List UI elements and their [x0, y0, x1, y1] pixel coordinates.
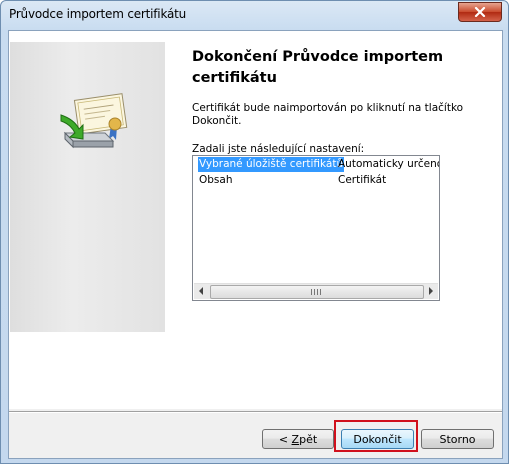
close-icon — [474, 7, 486, 17]
wizard-client-area: Dokončení Průvodce importem certifikátu … — [8, 30, 503, 459]
back-button-mnemonic: Z — [291, 432, 300, 446]
setting-name: Obsah — [199, 174, 233, 186]
button-separator — [9, 411, 502, 413]
setting-value: Certifikát — [338, 174, 387, 186]
scroll-right-arrow-icon[interactable] — [429, 287, 433, 295]
settings-list[interactable]: Vybrané úložiště certifikátů Automaticky… — [192, 155, 440, 301]
title-bar[interactable]: Průvodce importem certifikátu — [1, 1, 508, 31]
scroll-left-arrow-icon[interactable] — [199, 287, 203, 295]
info-line2: Dokončit. — [192, 115, 242, 127]
certificate-import-icon — [60, 93, 128, 149]
wizard-heading-line2: certifikátu — [192, 70, 277, 86]
wizard-heading: Dokončení Průvodce importem certifikátu — [192, 47, 482, 89]
scrollbar-grip-icon — [311, 289, 321, 295]
settings-label: Zadali jste následující nastavení: — [192, 143, 365, 155]
wizard-side-panel — [10, 42, 165, 332]
close-button[interactable] — [458, 2, 502, 22]
info-line1: Certifikát bude naimportován po kliknutí… — [192, 102, 464, 114]
settings-row[interactable]: Vybrané úložiště certifikátů Automaticky… — [193, 157, 439, 172]
setting-name: Vybrané úložiště certifikátů — [198, 157, 345, 172]
window-title: Průvodce importem certifikátu — [9, 7, 187, 21]
wizard-info-text: Certifikát bude naimportován po kliknutí… — [192, 102, 472, 128]
cancel-button[interactable]: Storno — [421, 429, 494, 449]
back-button[interactable]: < Zpět — [262, 429, 334, 449]
back-button-prefix: < — [278, 432, 292, 446]
wizard-page: Dokončení Průvodce importem certifikátu … — [9, 31, 502, 409]
wizard-heading-line1: Dokončení Průvodce importem — [192, 49, 444, 65]
scrollbar-thumb[interactable] — [210, 285, 424, 299]
settings-row[interactable]: Obsah Certifikát — [193, 173, 439, 188]
horizontal-scrollbar[interactable] — [194, 283, 438, 299]
finish-button[interactable]: Dokončit — [341, 429, 414, 449]
back-button-rest: pět — [299, 432, 318, 446]
wizard-window: Průvodce importem certifikátu Dokončení … — [0, 0, 509, 464]
setting-value: Automaticky určeno průvodc — [338, 158, 440, 170]
